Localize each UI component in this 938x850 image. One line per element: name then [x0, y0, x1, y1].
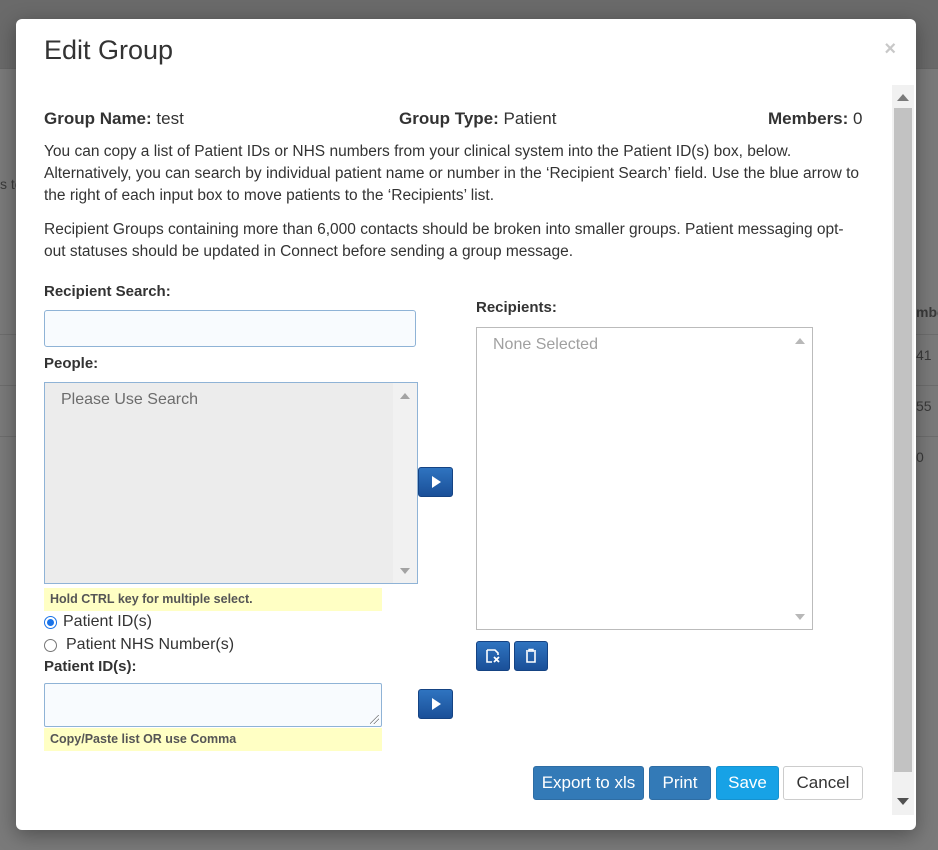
people-list-scrollbar[interactable]: [393, 383, 417, 583]
edit-group-modal: Edit Group × Group Name: test Group Type…: [16, 19, 916, 830]
scroll-down-arrow-icon[interactable]: [400, 568, 410, 574]
save-button[interactable]: Save: [716, 766, 779, 800]
scroll-down-arrow-icon[interactable]: [897, 798, 909, 805]
recipients-placeholder: None Selected: [493, 336, 598, 353]
radio-button-checked[interactable]: [44, 615, 57, 629]
cancel-button[interactable]: Cancel: [783, 766, 863, 800]
people-listbox[interactable]: Please Use Search: [44, 382, 418, 584]
people-placeholder: Please Use Search: [61, 391, 198, 408]
play-arrow-icon: [432, 476, 441, 488]
trash-icon: [526, 648, 536, 663]
print-button[interactable]: Print: [649, 766, 711, 800]
recipients-label: Recipients:: [476, 299, 557, 316]
export-to-xls-button[interactable]: Export to xls: [533, 766, 644, 800]
scroll-down-arrow-icon[interactable]: [795, 614, 805, 620]
background-column-header-fragment: mbe: [916, 304, 938, 320]
clear-recipients-button[interactable]: [514, 641, 548, 671]
radio-patient-nhs-numbers-label: Patient NHS Number(s): [66, 636, 235, 653]
background-cell-fragment: 0: [916, 449, 924, 465]
members-info: Members: 0: [768, 109, 863, 129]
radio-button[interactable]: [44, 638, 57, 652]
background-cell-fragment: 41: [916, 347, 932, 363]
scroll-up-arrow-icon[interactable]: [795, 338, 805, 344]
recipients-list-scrollbar[interactable]: [788, 328, 812, 629]
members-label: Members:: [768, 109, 849, 128]
modal-title: Edit Group: [44, 35, 174, 65]
recipient-search-label: Recipient Search:: [44, 283, 171, 300]
move-people-to-recipients-button[interactable]: [418, 467, 453, 497]
scroll-up-arrow-icon[interactable]: [400, 393, 410, 399]
remove-selected-icon: [486, 649, 500, 663]
group-size-notice: Recipient Groups containing more than 6,…: [44, 221, 844, 260]
group-type-info: Group Type: Patient: [399, 109, 556, 129]
header-divider: [16, 87, 916, 88]
remove-selected-recipients-button[interactable]: [476, 641, 510, 671]
radio-patient-ids-label: Patient ID(s): [63, 613, 152, 630]
move-ids-to-recipients-button[interactable]: [418, 689, 453, 719]
group-type-value: Patient: [503, 109, 557, 128]
close-icon[interactable]: ×: [884, 39, 896, 59]
resize-handle-icon[interactable]: [370, 715, 379, 724]
group-name-info: Group Name: test: [44, 109, 184, 129]
instructions-paragraph: You can copy a list of Patient IDs or NH…: [44, 143, 860, 204]
group-type-label: Group Type:: [399, 109, 499, 128]
radio-patient-ids[interactable]: Patient ID(s): [44, 613, 152, 631]
modal-body-scrollbar[interactable]: [892, 85, 914, 815]
group-name-label: Group Name:: [44, 109, 152, 128]
patient-ids-textarea[interactable]: [44, 683, 382, 727]
patient-ids-label: Patient ID(s):: [44, 658, 137, 675]
recipient-search-input[interactable]: [44, 310, 416, 347]
people-label: People:: [44, 355, 99, 372]
scroll-up-arrow-icon[interactable]: [897, 94, 909, 101]
recipients-listbox[interactable]: None Selected: [476, 327, 813, 630]
radio-patient-nhs-numbers[interactable]: Patient NHS Number(s): [44, 636, 234, 654]
patient-ids-hint: Copy/Paste list OR use Comma: [44, 728, 382, 751]
scrollbar-thumb[interactable]: [894, 108, 912, 772]
play-arrow-icon: [432, 698, 441, 710]
group-name-value: test: [156, 109, 184, 128]
background-cell-fragment: 55: [916, 398, 932, 414]
members-value: 0: [853, 109, 863, 128]
multiselect-hint: Hold CTRL key for multiple select.: [44, 588, 382, 611]
